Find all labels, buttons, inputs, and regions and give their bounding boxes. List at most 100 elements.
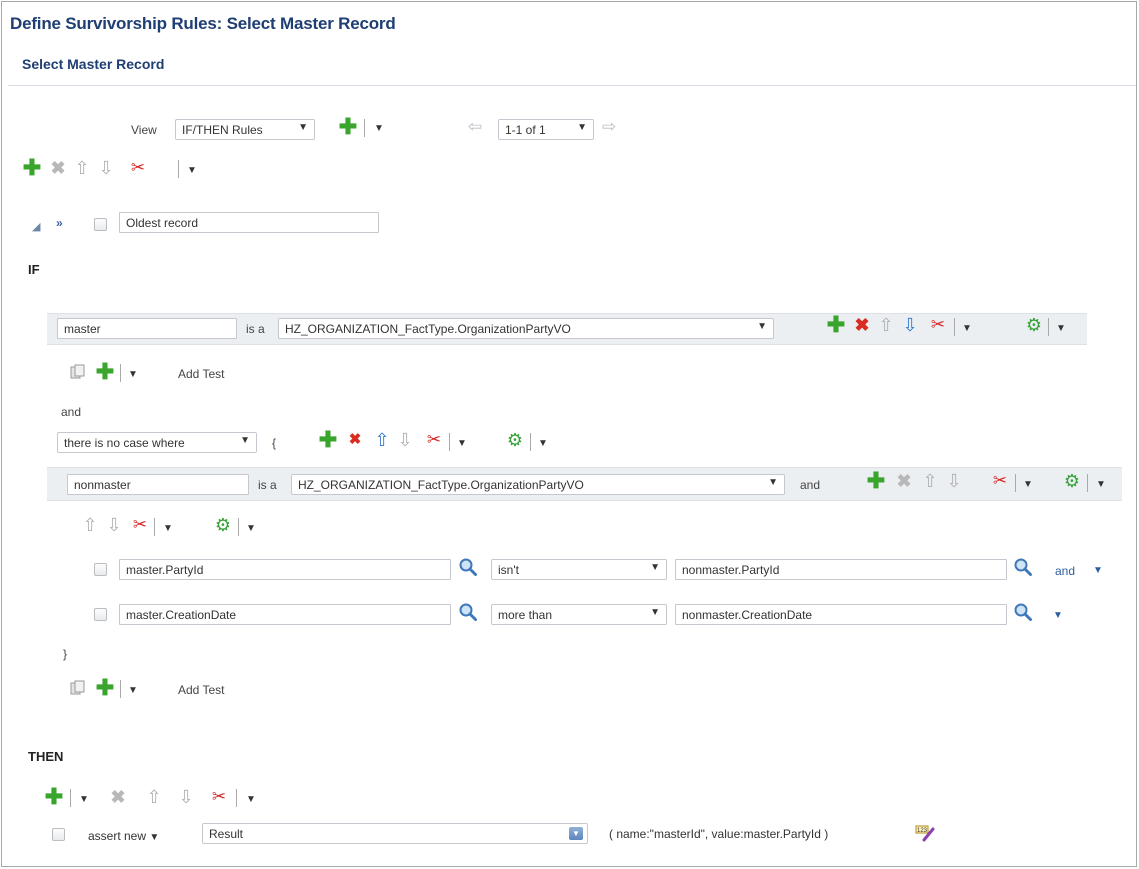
test-left-input[interactable]: master.PartyId xyxy=(119,559,451,580)
delete-icon[interactable]: ✖ xyxy=(852,315,872,335)
cut-menu-dropdown[interactable]: ▼ xyxy=(457,438,467,449)
toolbar-separator xyxy=(154,518,155,536)
search-icon[interactable] xyxy=(458,557,478,577)
move-down-icon[interactable]: ⇩ xyxy=(900,315,920,335)
move-up-icon[interactable]: ⇧ xyxy=(920,471,940,491)
gear-icon[interactable]: ⚙ xyxy=(1024,315,1044,335)
view-select[interactable]: IF/THEN Rules ▼ xyxy=(175,119,315,140)
rule-name-input[interactable]: Oldest record xyxy=(119,212,379,233)
is-a-label: is a xyxy=(258,478,277,492)
action-checkbox[interactable] xyxy=(52,828,65,841)
gear-menu-dropdown[interactable]: ▼ xyxy=(538,438,548,449)
chevron-down-icon: ▼ xyxy=(569,827,583,840)
toolbar-separator xyxy=(236,789,237,807)
action-verb-menu[interactable]: assert new ▼ xyxy=(88,829,159,843)
toolbar-separator xyxy=(120,680,121,698)
move-down-icon[interactable]: ⇩ xyxy=(944,471,964,491)
rule-checkbox[interactable] xyxy=(94,218,107,231)
move-up-icon[interactable]: ⇧ xyxy=(372,430,392,450)
add-icon[interactable]: ✚ xyxy=(866,470,886,492)
add-icon[interactable]: ✚ xyxy=(95,361,115,383)
cut-menu-dropdown[interactable]: ▼ xyxy=(962,323,972,334)
test-left-input[interactable]: master.CreationDate xyxy=(119,604,451,625)
gear-menu-dropdown[interactable]: ▼ xyxy=(246,523,256,534)
delete-icon[interactable]: ✖ xyxy=(108,787,128,807)
edit-parameters-icon[interactable]: 123 xyxy=(915,824,935,842)
fact-variable-input[interactable]: nonmaster xyxy=(67,474,249,495)
connector-dropdown[interactable]: ▼ xyxy=(1053,610,1063,621)
move-down-icon[interactable]: ⇩ xyxy=(176,787,196,807)
gear-icon[interactable]: ⚙ xyxy=(505,430,525,450)
search-icon[interactable] xyxy=(1013,557,1033,577)
cut-icon[interactable]: ✂ xyxy=(128,158,148,178)
chevron-down-icon: ▼ xyxy=(650,562,660,573)
collapse-icon[interactable]: ◢ xyxy=(32,220,40,233)
search-icon[interactable] xyxy=(458,602,478,622)
add-test-link[interactable]: Add Test xyxy=(178,367,224,381)
toolbar-separator xyxy=(1048,318,1049,336)
page-title: Define Survivorship Rules: Select Master… xyxy=(10,14,396,33)
add-menu-dropdown[interactable]: ▼ xyxy=(374,123,384,134)
test-checkbox[interactable] xyxy=(94,563,107,576)
header-divider xyxy=(8,85,1136,86)
test-operator-select[interactable]: more than ▼ xyxy=(491,604,667,625)
move-down-icon[interactable]: ⇩ xyxy=(104,515,124,535)
expand-all-icon[interactable]: » xyxy=(56,216,63,230)
svg-text:123: 123 xyxy=(917,828,928,834)
cut-icon[interactable]: ✂ xyxy=(424,430,444,450)
quantifier-select[interactable]: there is no case where ▼ xyxy=(57,432,257,453)
fact-type-select[interactable]: HZ_ORGANIZATION_FactType.OrganizationPar… xyxy=(291,474,785,495)
previous-page-icon[interactable]: ⇦ xyxy=(468,117,482,137)
add-icon[interactable]: ✚ xyxy=(318,429,338,451)
connector-dropdown[interactable]: ▼ xyxy=(1093,565,1103,576)
cut-icon[interactable]: ✂ xyxy=(928,315,948,335)
cut-icon[interactable]: ✂ xyxy=(209,787,229,807)
add-test-link[interactable]: Add Test xyxy=(178,683,224,697)
cut-menu-dropdown[interactable]: ▼ xyxy=(246,794,256,805)
move-up-icon[interactable]: ⇧ xyxy=(144,787,164,807)
copy-icon[interactable] xyxy=(70,680,86,696)
add-icon[interactable]: ✚ xyxy=(95,677,115,699)
next-page-icon[interactable]: ⇨ xyxy=(602,117,616,137)
cut-icon[interactable]: ✂ xyxy=(990,471,1010,491)
cut-menu-dropdown[interactable]: ▼ xyxy=(1023,479,1033,490)
add-menu-dropdown[interactable]: ▼ xyxy=(79,794,89,805)
cut-icon[interactable]: ✂ xyxy=(130,515,150,535)
test-operator-value: isn't xyxy=(498,563,519,577)
add-icon[interactable]: ✚ xyxy=(826,314,846,336)
chevron-down-icon: ▼ xyxy=(298,122,308,133)
delete-rule-icon[interactable]: ✖ xyxy=(48,158,68,178)
test-checkbox[interactable] xyxy=(94,608,107,621)
toolbar-separator xyxy=(449,433,450,451)
test-operator-select[interactable]: isn't ▼ xyxy=(491,559,667,580)
gear-menu-dropdown[interactable]: ▼ xyxy=(1096,479,1106,490)
search-icon[interactable] xyxy=(1013,602,1033,622)
move-up-icon[interactable]: ⇧ xyxy=(72,158,92,178)
move-down-icon[interactable]: ⇩ xyxy=(96,158,116,178)
action-target-value: Result xyxy=(209,827,244,841)
gear-icon[interactable]: ⚙ xyxy=(1062,471,1082,491)
delete-all-icon[interactable]: ✖ xyxy=(345,430,365,450)
more-actions-dropdown[interactable]: ▼ xyxy=(187,165,197,176)
if-label: IF xyxy=(28,262,40,277)
add-action-icon[interactable]: ✚ xyxy=(44,786,64,808)
test-right-input[interactable]: nonmaster.PartyId xyxy=(675,559,1007,580)
copy-icon[interactable] xyxy=(70,364,86,380)
move-up-icon[interactable]: ⇧ xyxy=(876,315,896,335)
gear-icon[interactable]: ⚙ xyxy=(213,515,233,535)
fact-variable-input[interactable]: master xyxy=(57,318,237,339)
test-right-input[interactable]: nonmaster.CreationDate xyxy=(675,604,1007,625)
move-up-icon[interactable]: ⇧ xyxy=(80,515,100,535)
move-down-icon[interactable]: ⇩ xyxy=(395,430,415,450)
action-target-select[interactable]: Result ▼ xyxy=(202,823,588,844)
add-menu-dropdown[interactable]: ▼ xyxy=(128,369,138,380)
cut-menu-dropdown[interactable]: ▼ xyxy=(163,523,173,534)
delete-icon[interactable]: ✖ xyxy=(894,471,914,491)
fact-type-select[interactable]: HZ_ORGANIZATION_FactType.OrganizationPar… xyxy=(278,318,774,339)
test-connector[interactable]: and xyxy=(1055,564,1075,578)
add-menu-dropdown[interactable]: ▼ xyxy=(128,685,138,696)
add-icon[interactable]: ✚ xyxy=(338,116,358,138)
pager-select[interactable]: 1-1 of 1 ▼ xyxy=(498,119,594,140)
gear-menu-dropdown[interactable]: ▼ xyxy=(1056,323,1066,334)
add-rule-icon[interactable]: ✚ xyxy=(22,157,42,179)
